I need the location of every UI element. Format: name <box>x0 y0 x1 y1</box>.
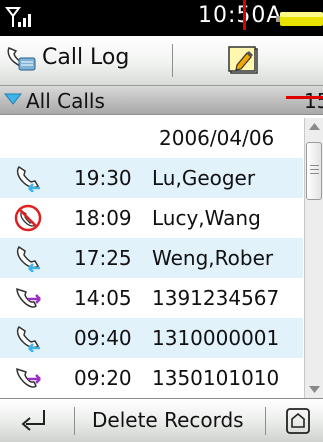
list-item[interactable]: 09:40 1310000001 <box>0 318 303 358</box>
grip-line <box>310 169 319 170</box>
contact-name: 1350101010 <box>152 366 280 390</box>
status-bar: 10:50A <box>0 0 323 36</box>
filter-label[interactable]: All Calls <box>26 89 105 113</box>
back-icon[interactable] <box>14 405 54 435</box>
scrollbar-thumb[interactable] <box>306 142 322 200</box>
scrollbar[interactable] <box>304 118 323 398</box>
softkey-divider <box>265 407 266 435</box>
signal-strength-icon <box>5 7 31 27</box>
home-icon[interactable] <box>285 407 311 435</box>
grip-line <box>310 165 319 166</box>
list-item[interactable]: 19:30 Lu,Geoger <box>0 158 303 198</box>
filter-bar[interactable]: All Calls 15 <box>0 86 323 115</box>
dropdown-triangle-icon[interactable] <box>4 92 22 106</box>
contact-name: Weng,Rober <box>152 246 274 270</box>
contact-name: Lucy,Wang <box>152 206 261 230</box>
call-time: 09:20 <box>74 366 132 390</box>
delete-records-button[interactable]: Delete Records <box>92 408 244 432</box>
contact-name: 1391234567 <box>152 286 280 310</box>
received-call-icon <box>16 165 40 192</box>
call-log-list: 2006/04/06 19:30 Lu,Geoger 18:09 Lucy,Wa… <box>0 118 303 398</box>
page-title: Call Log <box>42 45 130 70</box>
call-time: 14:05 <box>74 286 132 310</box>
contact-name: 1310000001 <box>152 326 280 350</box>
record-count: 15 <box>304 89 323 113</box>
annotation-marker-horizontal <box>286 96 323 99</box>
date-header-row: 2006/04/06 <box>0 118 303 158</box>
call-log-icon <box>7 47 36 71</box>
scroll-up-arrow-icon[interactable] <box>305 118 323 136</box>
edit-note-icon[interactable] <box>225 43 265 77</box>
status-time: 10:50A <box>198 3 283 28</box>
battery-icon <box>276 12 323 26</box>
contact-name: Lu,Geoger <box>152 166 256 190</box>
call-time: 18:09 <box>74 206 132 230</box>
missed-call-icon <box>14 204 42 232</box>
dialed-call-icon <box>16 287 41 308</box>
list-item[interactable]: 18:09 Lucy,Wang <box>0 198 303 238</box>
list-item[interactable]: 14:05 1391234567 <box>0 278 303 318</box>
list-item[interactable]: 17:25 Weng,Rober <box>0 238 303 278</box>
received-call-icon <box>16 325 40 352</box>
call-time: 19:30 <box>74 166 132 190</box>
call-time: 17:25 <box>74 246 132 270</box>
call-time: 09:40 <box>74 326 132 350</box>
list-item[interactable]: 09:20 1350101010 <box>0 358 303 398</box>
title-divider <box>172 44 173 77</box>
softkey-bar: Delete Records <box>0 398 323 442</box>
title-bar: Call Log <box>0 36 323 86</box>
date-header: 2006/04/06 <box>159 126 275 150</box>
received-call-icon <box>16 245 40 272</box>
scroll-down-arrow-icon[interactable] <box>305 380 323 398</box>
grip-line <box>310 173 319 174</box>
dialed-call-icon <box>16 367 41 388</box>
annotation-marker-vertical <box>243 0 246 30</box>
softkey-divider <box>74 407 75 435</box>
